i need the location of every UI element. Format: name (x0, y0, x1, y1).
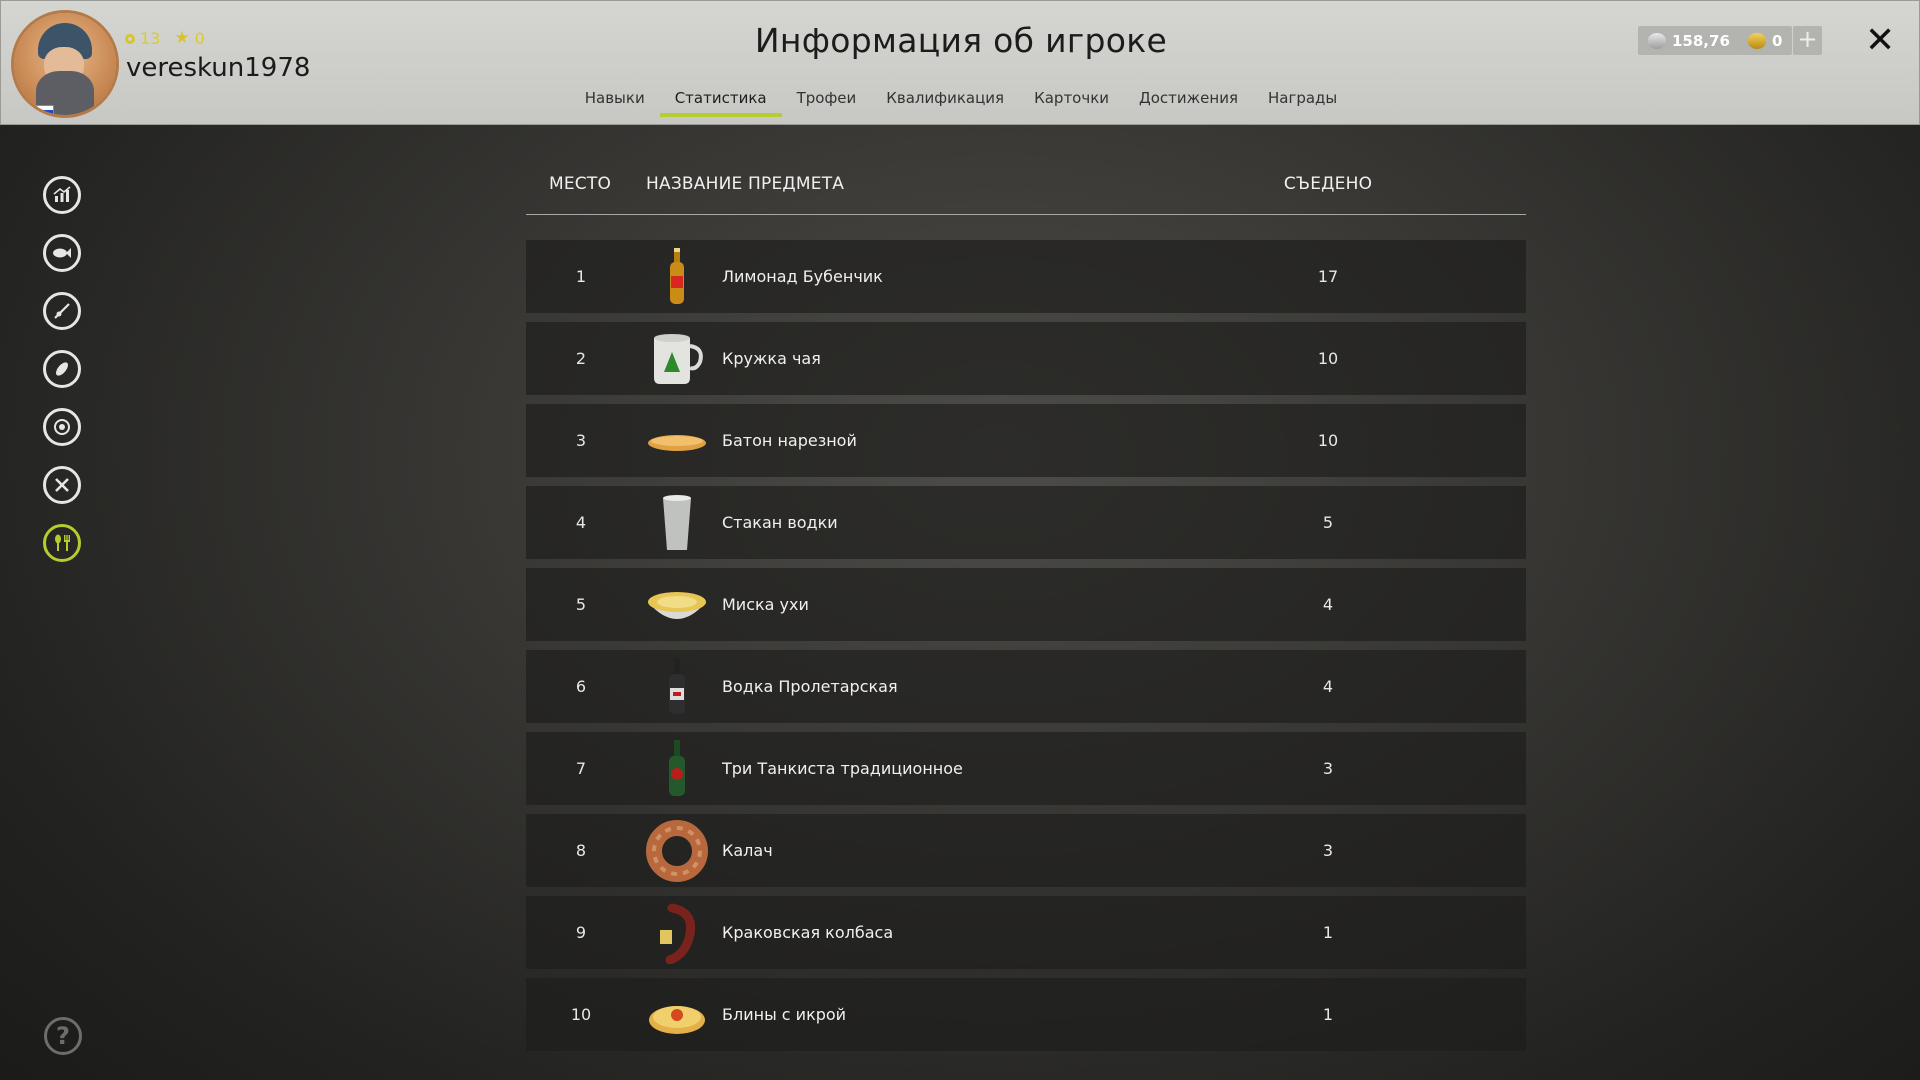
row-count: 4 (1322, 595, 1334, 614)
silver-coin-icon (1648, 32, 1666, 49)
row-count: 4 (1322, 677, 1334, 696)
lemonade-bottle-icon (646, 246, 708, 308)
row-rank: 10 (570, 1005, 592, 1024)
vodka-bottle-icon (646, 656, 708, 718)
row-rank: 4 (575, 513, 587, 532)
row-count: 1 (1322, 923, 1334, 942)
tab-rewards[interactable]: Награды (1253, 89, 1352, 117)
sidebar-item-reels[interactable] (43, 408, 81, 446)
sidebar-item-fish[interactable] (43, 234, 81, 272)
row-rank: 5 (575, 595, 587, 614)
tools-icon (55, 478, 69, 492)
sidebar-item-tools[interactable] (43, 466, 81, 504)
food-stats-table: 1 Лимонад Бубенчик 17 2 Кружка чая 10 3 … (526, 240, 1526, 1060)
table-row: 2 Кружка чая 10 (526, 322, 1526, 395)
table-row: 9 Краковская колбаса 1 (526, 896, 1526, 969)
sidebar-item-food[interactable] (43, 524, 81, 562)
window-title: Информация об игроке (754, 21, 1168, 60)
row-count: 17 (1317, 267, 1339, 286)
row-count: 3 (1322, 759, 1334, 778)
column-header-count: СЪЕДЕНО (1283, 174, 1373, 194)
table-row: 8 Калач 3 (526, 814, 1526, 887)
add-currency-button[interactable]: + (1793, 26, 1822, 55)
row-rank: 3 (575, 431, 587, 450)
silver-balance: 158,76 (1638, 26, 1740, 55)
table-row: 3 Батон нарезной 10 (526, 404, 1526, 477)
bread-loaf-icon (646, 410, 708, 472)
sidebar-item-lures[interactable] (43, 350, 81, 388)
row-count: 10 (1317, 431, 1339, 450)
table-header: МЕСТО НАЗВАНИЕ ПРЕДМЕТА СЪЕДЕНО (526, 170, 1526, 215)
row-item-name: Стакан водки (722, 513, 838, 532)
tab-statistics[interactable]: Статистика (659, 89, 782, 117)
tea-mug-icon (646, 328, 708, 390)
row-rank: 6 (575, 677, 587, 696)
table-row: 5 Миска ухи 4 (526, 568, 1526, 641)
food-icon (55, 534, 70, 551)
kalach-icon (646, 820, 708, 882)
row-rank: 7 (575, 759, 587, 778)
row-item-name: Лимонад Бубенчик (722, 267, 883, 286)
row-item-name: Блины с икрой (722, 1005, 847, 1024)
silver-amount: 158,76 (1672, 31, 1730, 50)
tab-achievements[interactable]: Достижения (1124, 89, 1253, 117)
gold-amount: 0 (1772, 31, 1783, 50)
reel-icon (54, 419, 70, 435)
table-row: 6 Водка Пролетарская 4 (526, 650, 1526, 723)
fish-icon (53, 248, 71, 258)
row-item-name: Кружка чая (722, 349, 821, 368)
row-item-name: Миска ухи (722, 595, 809, 614)
gold-balance: 0 (1738, 26, 1793, 55)
help-button[interactable]: ? (44, 1017, 82, 1055)
row-rank: 9 (575, 923, 587, 942)
chart-icon (53, 186, 71, 202)
tab-bar: Навыки Статистика Трофеи Квалификация Ка… (1, 89, 1920, 117)
header-bar: 13 ★ 0 vereskun1978 Информация об игроке … (0, 0, 1920, 125)
rod-icon (54, 303, 70, 319)
row-count: 5 (1322, 513, 1334, 532)
sausage-icon (646, 902, 708, 965)
row-item-name: Калач (722, 841, 773, 860)
tab-cards[interactable]: Карточки (1019, 89, 1124, 117)
table-row: 4 Стакан водки 5 (526, 486, 1526, 559)
column-header-name: НАЗВАНИЕ ПРЕДМЕТА (646, 174, 845, 194)
beer-bottle-icon (646, 738, 708, 800)
vodka-glass-icon (646, 492, 708, 554)
tab-skills[interactable]: Навыки (570, 89, 660, 117)
row-item-name: Водка Пролетарская (722, 677, 898, 696)
table-row: 1 Лимонад Бубенчик 17 (526, 240, 1526, 313)
gold-coin-icon (1748, 32, 1766, 49)
sidebar-item-statistics[interactable] (43, 176, 81, 214)
row-rank: 2 (575, 349, 587, 368)
soup-bowl-icon (646, 574, 708, 636)
row-item-name: Три Танкиста традиционное (722, 759, 963, 778)
row-count: 3 (1322, 841, 1334, 860)
table-row: 10 Блины с икрой 1 (526, 978, 1526, 1051)
table-row: 7 Три Танкиста традиционное 3 (526, 732, 1526, 805)
lure-icon (56, 362, 68, 376)
pancakes-icon (646, 984, 708, 1046)
sidebar-item-rods[interactable] (43, 292, 81, 330)
row-item-name: Краковская колбаса (722, 923, 894, 942)
row-count: 10 (1317, 349, 1339, 368)
row-rank: 1 (575, 267, 587, 286)
row-item-name: Батон нарезной (722, 431, 857, 450)
column-header-rank: МЕСТО (549, 174, 612, 194)
close-button[interactable]: ✕ (1865, 19, 1895, 63)
row-rank: 8 (575, 841, 587, 860)
tab-qualification[interactable]: Квалификация (871, 89, 1019, 117)
tab-trophies[interactable]: Трофеи (782, 89, 872, 117)
row-count: 1 (1322, 1005, 1334, 1024)
